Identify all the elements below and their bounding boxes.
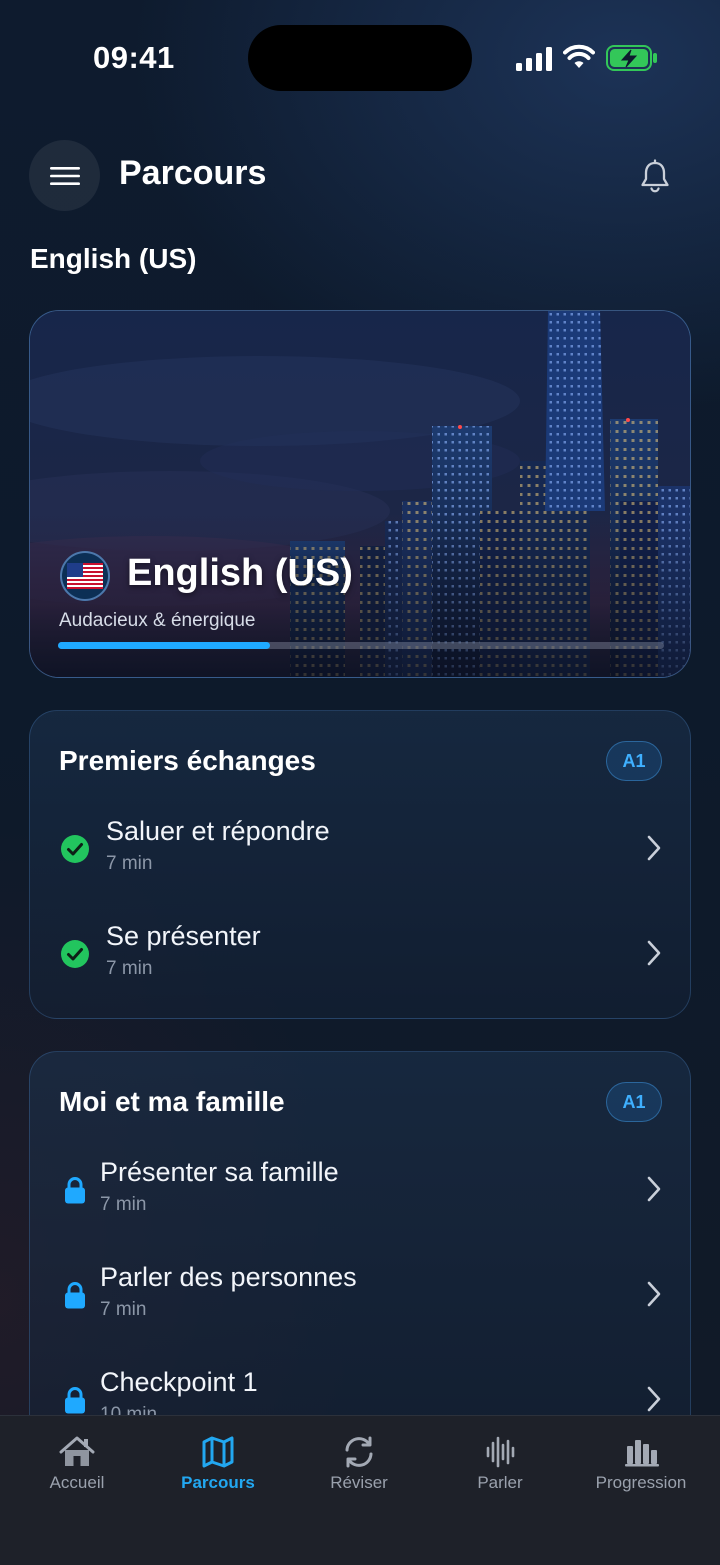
check-circle-icon <box>61 835 89 863</box>
language-section-title: English (US) <box>30 243 197 274</box>
lesson-item[interactable]: Saluer et répondre 7 min <box>30 801 690 891</box>
lesson-item[interactable]: Parler des personnes 7 min <box>30 1247 690 1337</box>
waveform-icon <box>486 1436 515 1468</box>
cellular-signal-icon <box>516 47 552 71</box>
chevron-right-icon <box>647 1176 661 1202</box>
unit-title: Premiers échanges <box>59 745 316 776</box>
lesson-duration: 7 min <box>100 1194 147 1215</box>
lesson-name: Se présenter <box>106 921 261 951</box>
lesson-name: Saluer et répondre <box>106 816 330 846</box>
lesson-name: Présenter sa famille <box>100 1157 339 1187</box>
tab-label: Progression <box>595 1473 687 1492</box>
hero-progress-fill <box>58 642 271 649</box>
page-title: Parcours <box>119 154 267 192</box>
tab-progression[interactable]: Progression <box>571 1416 711 1516</box>
unit-title: Moi et ma famille <box>59 1086 285 1117</box>
refresh-icon <box>345 1436 373 1468</box>
us-flag-icon <box>60 551 110 601</box>
hero-progress-bar <box>58 642 664 649</box>
bottom-tab-bar: Accueil Parcours Réviser Parler Progress… <box>0 1415 720 1565</box>
level-badge: A1 <box>606 741 662 781</box>
unit-card-premiers-echanges: Premiers échanges A1 Saluer et répondre … <box>29 710 691 1019</box>
chevron-right-icon <box>647 1281 661 1307</box>
lesson-duration: 7 min <box>106 958 153 979</box>
lesson-name: Parler des personnes <box>100 1262 357 1292</box>
tab-label: Parler <box>477 1473 523 1492</box>
chevron-right-icon <box>647 835 661 861</box>
lock-icon <box>65 1282 85 1309</box>
chevron-right-icon <box>647 1386 661 1412</box>
lesson-duration: 7 min <box>106 853 153 874</box>
status-bar: 09:41 <box>0 0 720 115</box>
battery-charging-icon <box>606 45 657 71</box>
bar-chart-icon <box>625 1440 659 1467</box>
map-icon <box>202 1436 234 1468</box>
language-hero-card[interactable]: English (US) Audacieux & énergique <box>29 310 691 678</box>
hero-language-title: English (US) <box>127 552 353 594</box>
tab-accueil[interactable]: Accueil <box>7 1416 147 1516</box>
tab-parler[interactable]: Parler <box>430 1416 570 1516</box>
home-icon <box>59 1436 95 1466</box>
notification-bell-icon[interactable] <box>636 158 674 196</box>
check-circle-icon <box>61 940 89 968</box>
hero-subtitle: Audacieux & énergique <box>59 610 256 631</box>
lesson-item[interactable]: Se présenter 7 min <box>30 906 690 996</box>
lock-icon <box>65 1177 85 1204</box>
dynamic-island <box>248 25 472 91</box>
chevron-right-icon <box>647 940 661 966</box>
lesson-duration: 7 min <box>100 1299 147 1320</box>
lock-icon <box>65 1387 85 1414</box>
tab-label: Parcours <box>181 1473 255 1492</box>
status-time: 09:41 <box>93 40 175 75</box>
menu-button[interactable] <box>29 140 100 211</box>
tab-reviser[interactable]: Réviser <box>289 1416 429 1516</box>
lesson-item[interactable]: Présenter sa famille 7 min <box>30 1142 690 1232</box>
tab-parcours[interactable]: Parcours <box>148 1416 288 1516</box>
unit-card-moi-et-ma-famille: Moi et ma famille A1 Présenter sa famill… <box>29 1051 691 1471</box>
tab-label: Réviser <box>330 1473 388 1492</box>
hamburger-menu-icon <box>49 166 80 185</box>
wifi-icon <box>563 44 595 68</box>
lesson-name: Checkpoint 1 <box>100 1367 258 1397</box>
tab-label: Accueil <box>49 1473 105 1492</box>
us-flag-graphic <box>67 563 103 589</box>
level-badge: A1 <box>606 1082 662 1122</box>
